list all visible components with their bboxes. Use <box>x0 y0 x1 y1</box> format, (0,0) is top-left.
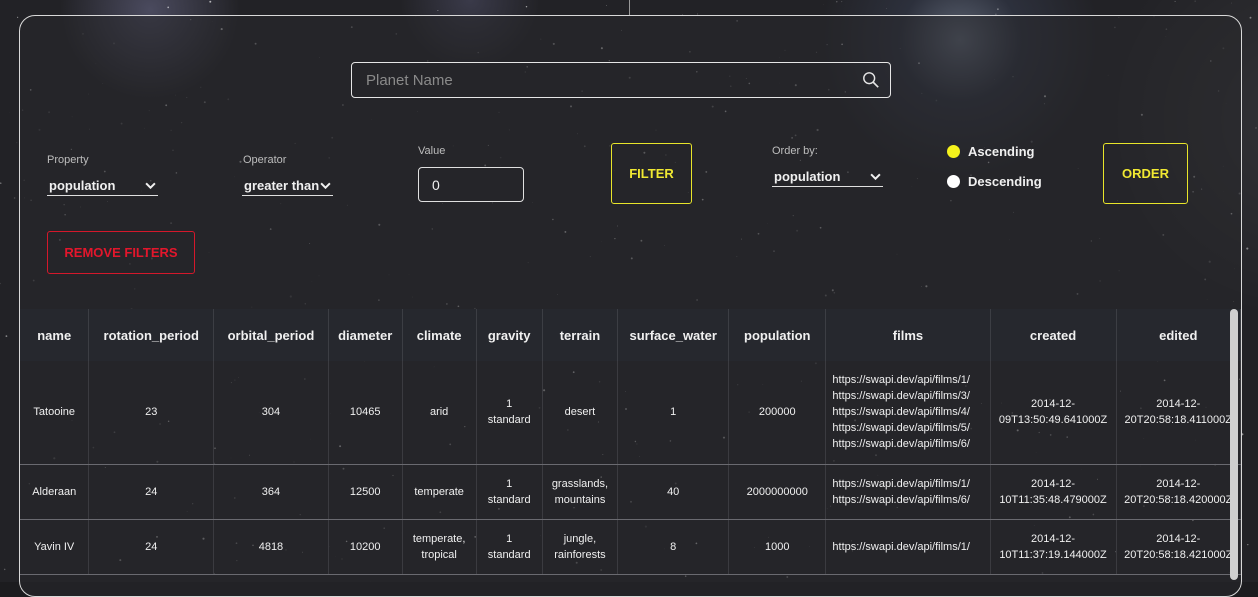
cell-population: 200000 <box>729 361 826 464</box>
column-header[interactable]: terrain <box>542 309 618 361</box>
cell-rotation-period: 24 <box>89 464 214 519</box>
table-row: Tatooine 23 304 10465 arid 1 standard de… <box>20 361 1241 464</box>
planet-search-bar <box>351 62 891 98</box>
cell-diameter: 12500 <box>328 464 402 519</box>
cell-created: 2014-12- 10T11:35:48.479000Z <box>990 464 1116 519</box>
cell-films: https://swapi.dev/api/films/1/ https://s… <box>826 464 990 519</box>
search-icon[interactable] <box>862 71 880 89</box>
cell-surface-water: 40 <box>618 464 729 519</box>
cell-rotation-period: 23 <box>89 361 214 464</box>
cell-orbital-period: 4818 <box>214 519 329 574</box>
order-button[interactable]: ORDER <box>1103 143 1188 204</box>
cell-surface-water: 1 <box>618 361 729 464</box>
cell-diameter: 10200 <box>328 519 402 574</box>
order-by-label: Order by: <box>772 145 818 157</box>
descending-radio[interactable]: Descending <box>947 174 1042 189</box>
ascending-radio[interactable]: Ascending <box>947 144 1034 159</box>
property-select-value: population <box>49 178 115 193</box>
cell-gravity: 1 standard <box>476 361 542 464</box>
cell-terrain: grasslands, mountains <box>542 464 618 519</box>
value-input[interactable]: 0 <box>418 167 524 202</box>
table-row: Alderaan 24 364 12500 temperate 1 standa… <box>20 464 1241 519</box>
property-label: Property <box>47 154 89 166</box>
cell-gravity: 1 standard <box>476 464 542 519</box>
ascending-label: Ascending <box>968 144 1034 159</box>
column-header[interactable]: created <box>990 309 1116 361</box>
cell-created: 2014-12- 09T13:50:49.641000Z <box>990 361 1116 464</box>
cell-edited: 2014-12- 20T20:58:18.420000Z <box>1116 464 1240 519</box>
descending-label: Descending <box>968 174 1042 189</box>
cell-climate: temperate, tropical <box>402 519 476 574</box>
cell-surface-water: 8 <box>618 519 729 574</box>
top-divider <box>629 0 630 15</box>
cell-name: Alderaan <box>20 464 89 519</box>
column-header[interactable]: climate <box>402 309 476 361</box>
column-header[interactable]: films <box>826 309 990 361</box>
radio-selected-icon <box>947 145 960 158</box>
cell-orbital-period: 304 <box>214 361 329 464</box>
cell-diameter: 10465 <box>328 361 402 464</box>
cell-population: 2000000000 <box>729 464 826 519</box>
order-by-select-value: population <box>774 169 840 184</box>
column-header[interactable]: surface_water <box>618 309 729 361</box>
column-header[interactable]: gravity <box>476 309 542 361</box>
cell-climate: arid <box>402 361 476 464</box>
planet-search-input[interactable] <box>352 71 862 90</box>
cell-edited: 2014-12- 20T20:58:18.411000Z <box>1116 361 1240 464</box>
table-row: Yavin IV 24 4818 10200 temperate, tropic… <box>20 519 1241 574</box>
chevron-down-icon <box>320 180 331 191</box>
cell-films: https://swapi.dev/api/films/1/ <box>826 519 990 574</box>
column-header[interactable]: rotation_period <box>89 309 214 361</box>
operator-select-value: greater than <box>244 178 319 193</box>
planets-panel: Property population Operator greater tha… <box>19 15 1242 597</box>
cell-terrain: desert <box>542 361 618 464</box>
cell-name: Tatooine <box>20 361 89 464</box>
column-header[interactable]: name <box>20 309 89 361</box>
cell-created: 2014-12- 10T11:37:19.144000Z <box>990 519 1116 574</box>
table-scrollbar[interactable] <box>1230 309 1238 580</box>
remove-filters-button[interactable]: REMOVE FILTERS <box>47 231 195 274</box>
cell-rotation-period: 24 <box>89 519 214 574</box>
cell-orbital-period: 364 <box>214 464 329 519</box>
cell-gravity: 1 standard <box>476 519 542 574</box>
cell-terrain: jungle, rainforests <box>542 519 618 574</box>
cell-films: https://swapi.dev/api/films/1/ https://s… <box>826 361 990 464</box>
column-header[interactable]: diameter <box>328 309 402 361</box>
filter-button[interactable]: FILTER <box>611 143 692 204</box>
cell-edited: 2014-12- 20T20:58:18.421000Z <box>1116 519 1240 574</box>
order-by-select[interactable]: population <box>772 166 883 187</box>
radio-unselected-icon <box>947 175 960 188</box>
cell-climate: temperate <box>402 464 476 519</box>
table-header-row: name rotation_period orbital_period diam… <box>20 309 1241 361</box>
cell-name: Yavin IV <box>20 519 89 574</box>
property-select[interactable]: population <box>47 175 158 196</box>
chevron-down-icon <box>145 180 156 191</box>
planets-table: name rotation_period orbital_period diam… <box>20 309 1241 575</box>
column-header[interactable]: population <box>729 309 826 361</box>
column-header[interactable]: edited <box>1116 309 1240 361</box>
value-label: Value <box>418 145 445 157</box>
operator-label: Operator <box>243 154 286 166</box>
cell-population: 1000 <box>729 519 826 574</box>
chevron-down-icon <box>870 171 881 182</box>
column-header[interactable]: orbital_period <box>214 309 329 361</box>
operator-select[interactable]: greater than <box>242 175 333 196</box>
